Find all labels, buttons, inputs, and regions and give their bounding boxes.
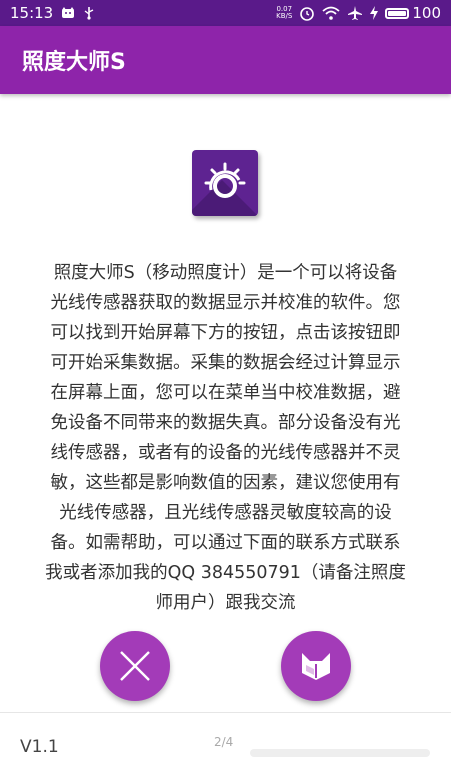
close-fab-button[interactable]: [100, 631, 170, 701]
notification-cat-icon: [62, 7, 75, 18]
status-time: 15:13: [10, 4, 54, 22]
page-indicator: 2/4: [214, 735, 234, 749]
usb-icon: [84, 7, 94, 20]
description-line: 我或者添加我的QQ 384550791（请备注照度: [45, 563, 406, 583]
wifi-icon: [322, 6, 340, 20]
version-label: V1.1: [20, 737, 59, 757]
description-line: 照度大师S（移动照度计）是一个可以将设备: [53, 263, 398, 283]
description-line: 光线传感器，且光线传感器灵敏度较高的设: [59, 503, 392, 523]
description-line: 备。如需帮助，可以通过下面的联系方式联系: [50, 533, 401, 553]
fox-book-icon: [302, 653, 330, 680]
bottom-bar: V1.1 2/4: [0, 712, 451, 757]
battery-level: 100: [412, 4, 441, 22]
read-fab-button[interactable]: [281, 631, 351, 701]
app-bar: 照度大师S: [0, 26, 451, 94]
app-description: 照度大师S（移动照度计）是一个可以将设备 光线传感器获取的数据显示并校准的软件。…: [22, 258, 429, 618]
description-line: 师用户）跟我交流: [155, 593, 296, 613]
network-speed: 0.07 KB/S: [276, 5, 293, 20]
description-line: 敏，这些都是影响数值的因素，建议您使用有: [50, 473, 401, 493]
close-icon: [120, 651, 150, 681]
description-line: 线传感器，或者有的设备的光线传感器并不灵: [50, 443, 401, 463]
description-line: 可以找到开始屏幕下方的按钮，点击该按钮即: [50, 323, 401, 343]
bottom-indicator: [250, 749, 430, 757]
charging-bolt-icon: [370, 6, 379, 20]
sun-logo-icon: [192, 150, 258, 216]
description-line: 在屏幕上面，您可以在菜单当中校准数据，避: [50, 383, 401, 403]
description-line: 可开始采集数据。采集的数据会经过计算显示: [50, 353, 401, 373]
description-line: 光线传感器获取的数据显示并校准的软件。您: [50, 293, 401, 313]
description-line: 免设备不同带来的数据失真。部分设备没有光: [50, 413, 401, 433]
airplane-mode-icon: [348, 6, 363, 20]
status-bar: 15:13 0.07 KB/S 100: [0, 0, 451, 26]
battery-icon: [385, 7, 410, 19]
battery-indicator: 100: [385, 4, 441, 22]
alarm-icon: [300, 7, 315, 21]
app-title: 照度大师S: [22, 50, 126, 75]
